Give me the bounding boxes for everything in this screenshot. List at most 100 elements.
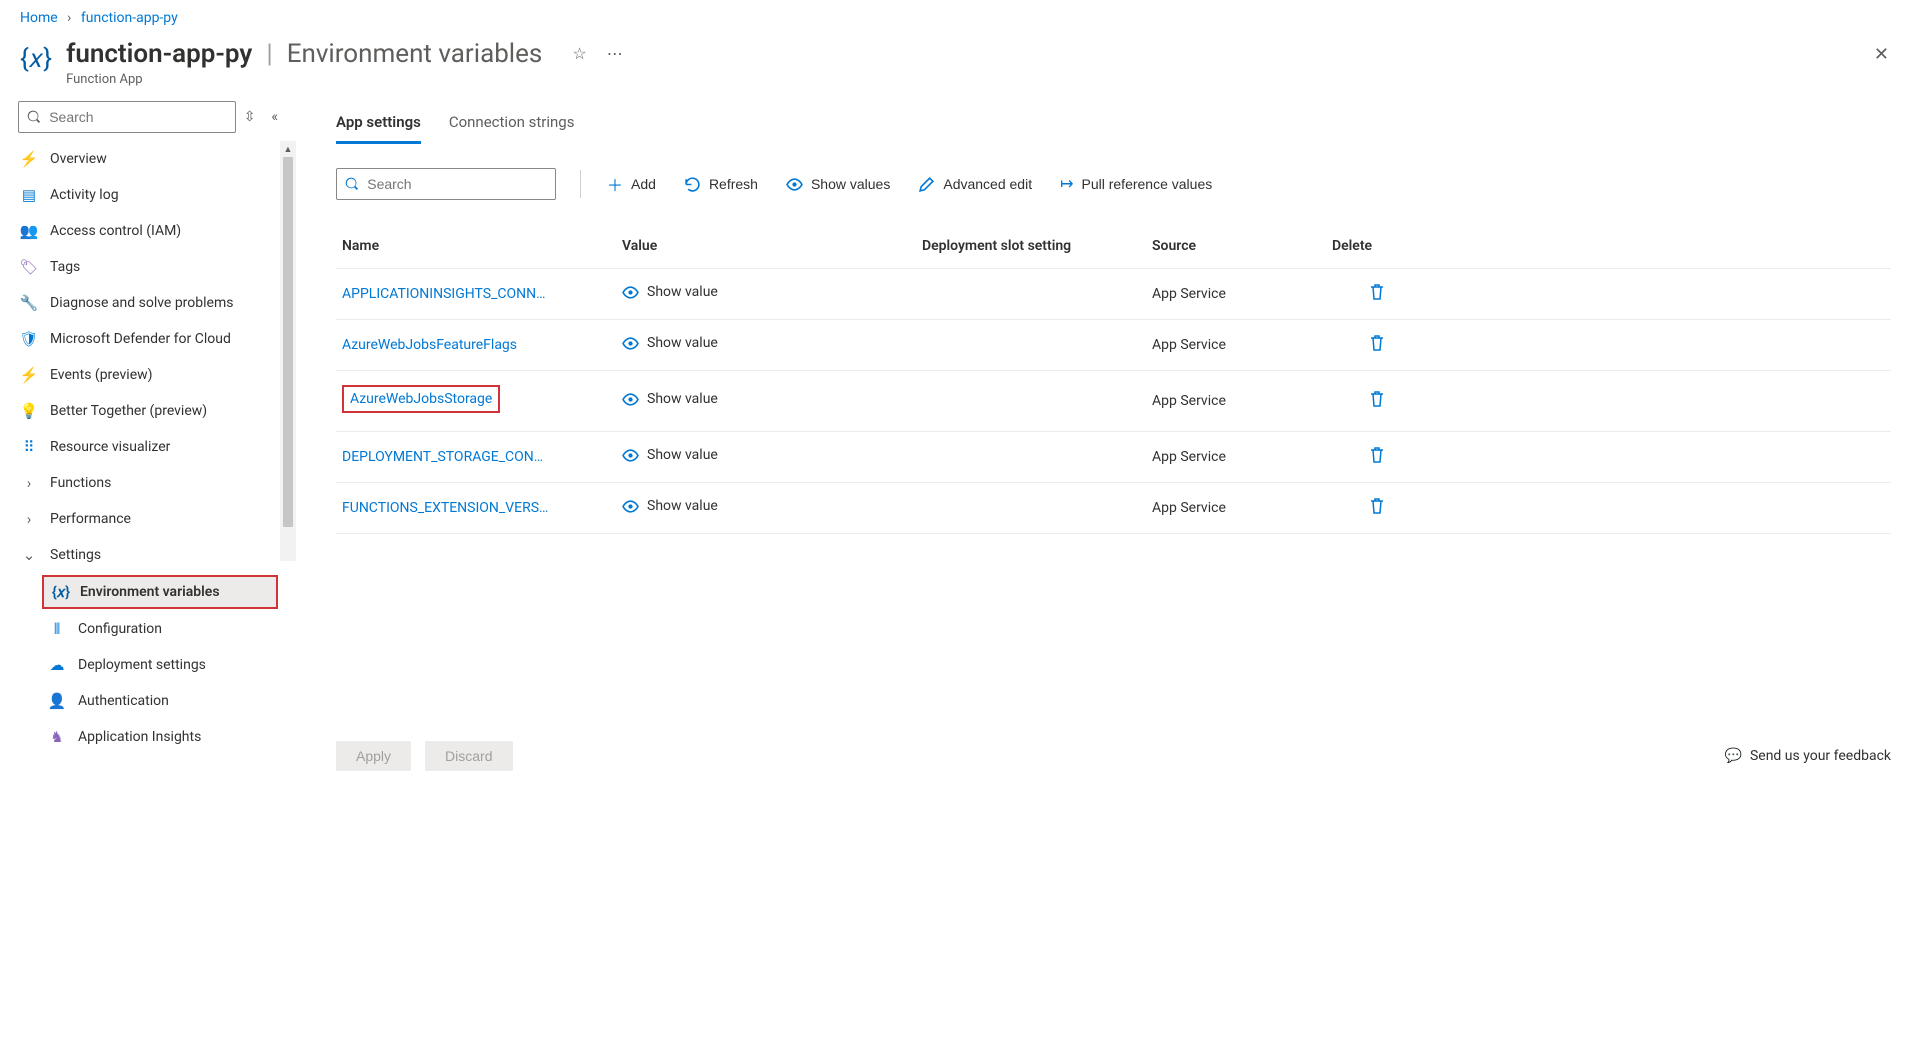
setting-name-link[interactable]: DEPLOYMENT_STORAGE_CON… bbox=[342, 449, 553, 465]
breadcrumb: Home › function-app-py bbox=[0, 0, 1915, 32]
sidebar-item-label: Events (preview) bbox=[50, 367, 153, 383]
scrollbar-thumb[interactable] bbox=[283, 157, 293, 527]
column-header-source[interactable]: Source bbox=[1152, 238, 1332, 254]
trash-icon bbox=[1369, 283, 1385, 301]
sidebar-item-label: Configuration bbox=[78, 621, 162, 637]
setting-name-link[interactable]: FUNCTIONS_EXTENSION_VERS… bbox=[342, 500, 558, 516]
advanced-edit-button-label: Advanced edit bbox=[943, 176, 1032, 192]
main-content: App settings Connection strings ＋ Add Re… bbox=[296, 101, 1915, 781]
sidebar-item-label: Performance bbox=[50, 511, 131, 527]
close-blade-button[interactable]: ✕ bbox=[1868, 38, 1895, 71]
sidebar-item-label: Resource visualizer bbox=[50, 439, 170, 455]
toolbar: ＋ Add Refresh Show values Advanced edit … bbox=[336, 168, 1891, 200]
sidebar-item-activity-log[interactable]: ▤Activity log bbox=[0, 177, 296, 213]
sidebar-item-tags[interactable]: 🏷Tags bbox=[0, 249, 296, 285]
sidebar-scrollbar[interactable]: ▲ bbox=[280, 141, 296, 561]
show-value-button[interactable]: Show value bbox=[622, 284, 718, 301]
toolbar-divider bbox=[580, 170, 581, 198]
breadcrumb-resource[interactable]: function-app-py bbox=[81, 10, 178, 26]
setting-name-link[interactable]: AzureWebJobsFeatureFlags bbox=[342, 337, 527, 353]
wrench-icon: 🔧 bbox=[20, 294, 38, 312]
pin-button[interactable]: ☆ bbox=[566, 38, 592, 70]
delete-button[interactable] bbox=[1332, 390, 1422, 412]
setting-name-link[interactable]: AzureWebJobsStorage bbox=[342, 385, 500, 413]
sidebar-item-performance[interactable]: ›Performance bbox=[0, 501, 296, 537]
sidebar-item-configuration[interactable]: ⦀ Configuration bbox=[0, 611, 296, 647]
column-header-value[interactable]: Value bbox=[622, 238, 922, 254]
sidebar-item-label: Application Insights bbox=[78, 729, 201, 745]
sidebar-item-application-insights[interactable]: ♞ Application Insights bbox=[0, 719, 296, 755]
show-value-button[interactable]: Show value bbox=[622, 391, 718, 408]
show-value-button[interactable]: Show value bbox=[622, 335, 718, 352]
tab-app-settings[interactable]: App settings bbox=[336, 105, 421, 144]
refresh-button[interactable]: Refresh bbox=[682, 172, 760, 197]
settings-search-box[interactable] bbox=[336, 168, 556, 200]
sidebar-item-better-together[interactable]: 💡Better Together (preview) bbox=[0, 393, 296, 429]
delete-button[interactable] bbox=[1332, 283, 1422, 305]
search-icon bbox=[345, 176, 359, 192]
apply-button[interactable]: Apply bbox=[336, 741, 411, 771]
delete-button[interactable] bbox=[1332, 334, 1422, 356]
expand-collapse-icon[interactable]: ⇳ bbox=[244, 109, 256, 125]
sidebar-section-settings[interactable]: ⌄Settings bbox=[0, 537, 296, 573]
sidebar-item-defender[interactable]: 🛡Microsoft Defender for Cloud bbox=[0, 321, 296, 357]
footer-bar: Apply Discard 💬 Send us your feedback bbox=[336, 741, 1891, 771]
more-button[interactable]: ⋯ bbox=[601, 38, 629, 70]
sidebar: ⇳ « ⚡ Overview ▤Activity log 👥Access cont… bbox=[0, 101, 296, 765]
feedback-link[interactable]: 💬 Send us your feedback bbox=[1725, 748, 1891, 764]
trash-icon bbox=[1369, 446, 1385, 464]
pull-reference-button[interactable]: ↦ Pull reference values bbox=[1058, 170, 1214, 198]
eye-icon bbox=[622, 335, 639, 352]
sidebar-search-input[interactable] bbox=[49, 109, 226, 125]
setting-name-link[interactable]: APPLICATIONINSIGHTS_CONN… bbox=[342, 286, 556, 302]
sidebar-search-box[interactable] bbox=[18, 101, 236, 133]
add-button-label: Add bbox=[631, 176, 656, 192]
sidebar-item-diagnose[interactable]: 🔧 Diagnose and solve problems bbox=[0, 285, 296, 321]
sidebar-item-access-control[interactable]: 👥Access control (IAM) bbox=[0, 213, 296, 249]
tab-connection-strings[interactable]: Connection strings bbox=[449, 105, 575, 144]
show-value-label: Show value bbox=[647, 284, 718, 300]
settings-search-input[interactable] bbox=[367, 176, 547, 192]
sidebar-item-label: Overview bbox=[50, 151, 107, 167]
insights-icon: ♞ bbox=[48, 728, 66, 746]
people-icon: 👥 bbox=[20, 222, 38, 240]
lightning-icon: ⚡ bbox=[20, 150, 38, 168]
show-values-button[interactable]: Show values bbox=[784, 172, 892, 197]
sidebar-item-overview[interactable]: ⚡ Overview bbox=[0, 141, 296, 177]
eye-icon bbox=[786, 176, 803, 193]
sidebar-item-label: Diagnose and solve problems bbox=[50, 295, 233, 311]
eye-icon bbox=[622, 391, 639, 408]
table-row: DEPLOYMENT_STORAGE_CON…Show valueApp Ser… bbox=[336, 432, 1891, 483]
resource-type-icon: {𝑥} bbox=[20, 44, 52, 75]
add-button[interactable]: ＋ Add bbox=[605, 168, 658, 200]
sidebar-item-environment-variables[interactable]: {𝑥}Environment variables bbox=[42, 575, 278, 609]
advanced-edit-button[interactable]: Advanced edit bbox=[916, 172, 1034, 197]
sidebar-item-label: Better Together (preview) bbox=[50, 403, 207, 419]
show-value-label: Show value bbox=[647, 335, 718, 351]
sidebar-item-authentication[interactable]: 👤 Authentication bbox=[0, 683, 296, 719]
show-value-button[interactable]: Show value bbox=[622, 447, 718, 464]
source-cell: App Service bbox=[1152, 286, 1332, 302]
breadcrumb-home[interactable]: Home bbox=[20, 10, 58, 26]
tabs: App settings Connection strings bbox=[336, 101, 1891, 144]
column-header-name[interactable]: Name bbox=[342, 238, 622, 254]
delete-button[interactable] bbox=[1332, 497, 1422, 519]
pencil-icon bbox=[918, 176, 935, 193]
refresh-icon bbox=[684, 176, 701, 193]
sidebar-item-deployment-settings[interactable]: ☁Deployment settings bbox=[0, 647, 296, 683]
sidebar-item-functions[interactable]: ›Functions bbox=[0, 465, 296, 501]
show-value-button[interactable]: Show value bbox=[622, 498, 718, 515]
delete-button[interactable] bbox=[1332, 446, 1422, 468]
person-key-icon: 👤 bbox=[48, 692, 66, 710]
settings-table: Name Value Deployment slot setting Sourc… bbox=[336, 224, 1891, 534]
sliders-icon: ⦀ bbox=[48, 620, 66, 638]
scroll-up-icon[interactable]: ▲ bbox=[280, 141, 296, 157]
sidebar-item-resource-visualizer[interactable]: ⠿Resource visualizer bbox=[0, 429, 296, 465]
discard-button[interactable]: Discard bbox=[425, 741, 512, 771]
sidebar-item-events[interactable]: ⚡Events (preview) bbox=[0, 357, 296, 393]
collapse-sidebar-button[interactable]: « bbox=[271, 109, 278, 125]
shield-icon: 🛡 bbox=[20, 330, 38, 348]
sidebar-item-label: Authentication bbox=[78, 693, 169, 709]
column-header-deployment-slot[interactable]: Deployment slot setting bbox=[922, 238, 1152, 254]
title-divider: | bbox=[266, 39, 272, 69]
